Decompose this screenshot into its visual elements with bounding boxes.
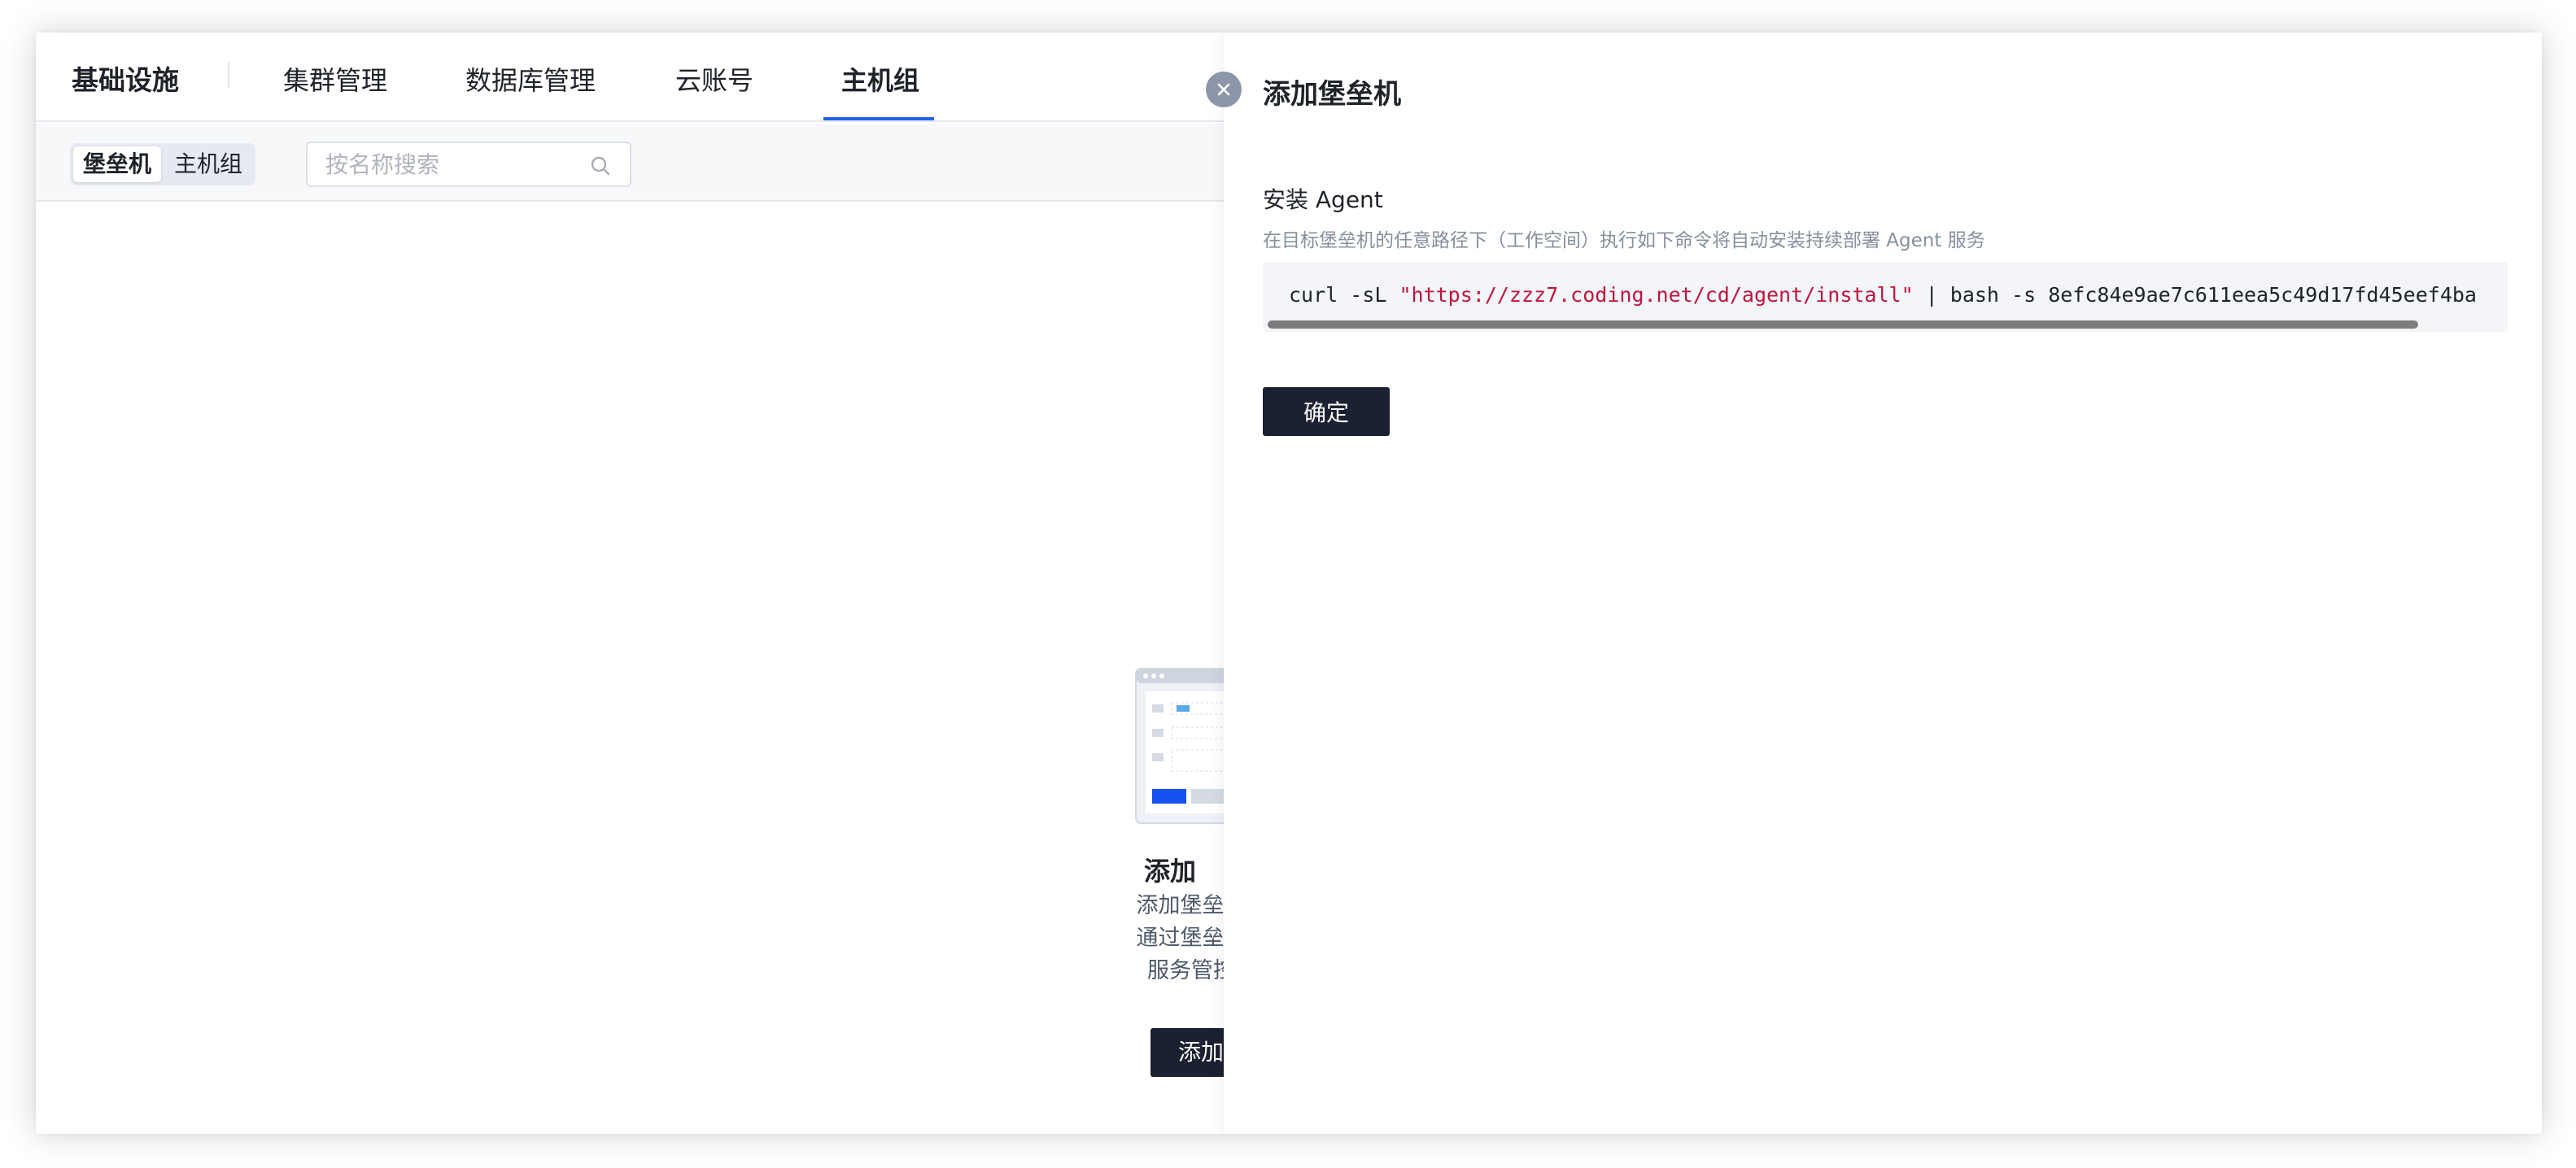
horizontal-scrollbar[interactable] <box>1268 320 2418 329</box>
nav-divider <box>228 62 229 88</box>
install-agent-label: 安装 Agent <box>1263 186 1383 213</box>
view-switcher: 堡垒机 主机组 <box>70 143 256 185</box>
command-url: "https://zzz7.coding.net/cd/agent/instal… <box>1399 283 1914 307</box>
add-bastion-drawer: 添加堡垒机 安装 Agent 在目标堡垒机的任意路径下（工作空间）执行如下命令将… <box>1224 33 2542 1134</box>
install-command-block[interactable]: curl -sL "https://zzz7.coding.net/cd/age… <box>1263 262 2508 332</box>
app-window: 基础设施 集群管理 数据库管理 云账号 主机组 堡垒机 主机组 按名称搜索 添加… <box>36 33 2542 1134</box>
empty-state-title: 添加 <box>1144 856 1197 887</box>
segment-host-group[interactable]: 主机组 <box>164 146 252 182</box>
search-icon[interactable] <box>589 155 612 177</box>
tab-cloud-account[interactable]: 云账号 <box>675 60 753 98</box>
tab-host-group[interactable]: 主机组 <box>841 60 919 98</box>
segment-bastion-host[interactable]: 堡垒机 <box>73 146 162 182</box>
command-token: | bash -s 8efc84e9ae7c611eea5c49d17fd45e… <box>1913 283 2477 307</box>
install-command[interactable]: curl -sL "https://zzz7.coding.net/cd/age… <box>1289 283 2477 307</box>
section-title: 基础设施 <box>72 64 179 96</box>
confirm-button[interactable]: 确定 <box>1263 387 1390 436</box>
install-agent-description: 在目标堡垒机的任意路径下（工作空间）执行如下命令将自动安装持续部署 Agent … <box>1263 230 1985 251</box>
close-icon <box>1217 83 1230 96</box>
command-prefix: curl -sL <box>1289 283 1399 307</box>
search-input[interactable] <box>325 150 586 179</box>
tab-database-management[interactable]: 数据库管理 <box>465 60 596 98</box>
tab-cluster-management[interactable]: 集群管理 <box>283 60 387 98</box>
drawer-title: 添加堡垒机 <box>1263 78 1401 111</box>
active-tab-indicator <box>823 117 934 120</box>
search-box[interactable] <box>306 142 631 187</box>
close-drawer-button[interactable] <box>1206 72 1242 107</box>
